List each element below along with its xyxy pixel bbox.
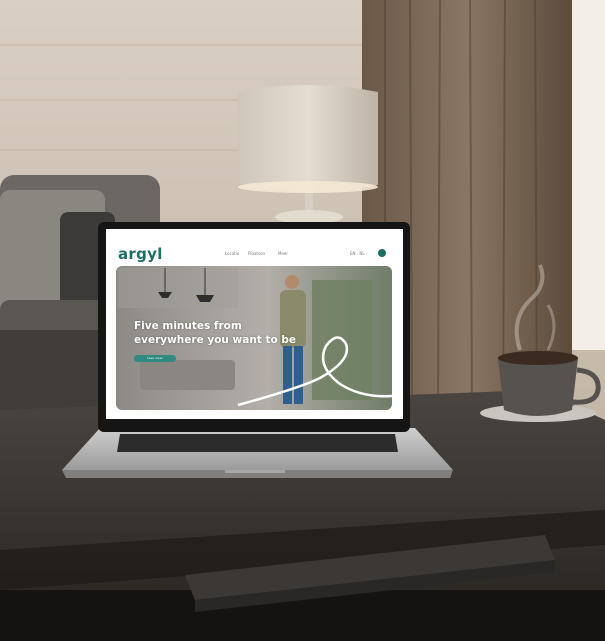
language-switch[interactable]: EN · NL ·: [350, 251, 367, 256]
nav-link-1[interactable]: Locatie: [225, 251, 239, 256]
hero-headline: Five minutes from everywhere you want to…: [134, 319, 334, 347]
laptop-keyboard: [117, 434, 398, 452]
nav-link-2[interactable]: Plaatsen: [248, 251, 265, 256]
photo-scene: argyl Locatie Plaatsen Meer EN · NL · Fi…: [0, 0, 605, 641]
hero-headline-line-2: everywhere you want to be: [134, 334, 297, 346]
site-logo: argyl: [118, 245, 163, 263]
nav-link-3[interactable]: Meer: [278, 251, 288, 256]
hero-headline-line-1: Five minutes from: [134, 320, 242, 332]
cta-button[interactable]: Lees meer: [134, 355, 176, 362]
menu-icon: [378, 249, 386, 257]
trackpad-edge: [225, 470, 285, 473]
